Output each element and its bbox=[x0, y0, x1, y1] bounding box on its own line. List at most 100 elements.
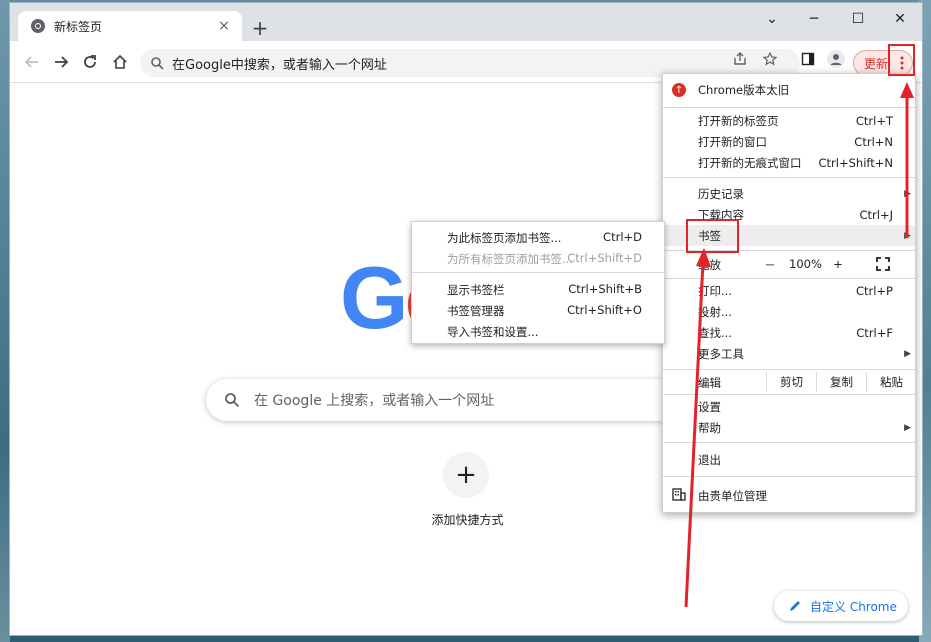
bookmarks-submenu: 为此标签页添加书签... Ctrl+D 为所有标签页添加书签... Ctrl+S… bbox=[411, 221, 665, 344]
menu-item-help[interactable]: 帮助 ▶ bbox=[663, 417, 915, 438]
add-shortcut-button[interactable]: + bbox=[443, 452, 489, 498]
customize-chrome-label: 自定义 Chrome bbox=[810, 599, 897, 614]
tab-strip: 新标签页 × + ⌄ ─ ☐ ✕ bbox=[10, 3, 922, 41]
menu-divider bbox=[663, 278, 915, 279]
submenu-item-show-bookmarks-bar[interactable]: 显示书签栏 Ctrl+Shift+B bbox=[412, 278, 664, 299]
menu-edit-row: 编辑 剪切 复制 粘贴 bbox=[663, 372, 915, 392]
zoom-label: 缩放 bbox=[698, 258, 721, 272]
pencil-icon bbox=[790, 601, 800, 611]
home-icon[interactable] bbox=[108, 50, 132, 74]
menu-item-cast[interactable]: 投射... bbox=[663, 301, 915, 322]
submenu-arrow-icon: ▶ bbox=[904, 230, 911, 241]
menu-item-new-incognito-window[interactable]: 打开新的无痕式窗口 Ctrl+Shift+N bbox=[663, 152, 915, 173]
desktop-edge-left bbox=[0, 0, 10, 642]
menu-divider bbox=[663, 177, 915, 178]
menu-item-shortcut: Ctrl+T bbox=[855, 113, 893, 128]
update-button-label: 更新 bbox=[864, 56, 889, 71]
minimize-button[interactable]: ─ bbox=[792, 3, 836, 35]
menu-item-label: 退出 bbox=[698, 452, 721, 467]
update-arrow-icon: ↑ bbox=[672, 83, 686, 97]
menu-item-label: 帮助 bbox=[698, 420, 721, 435]
menu-item-label: 打开新的窗口 bbox=[698, 134, 767, 149]
menu-item-label: 由贵单位管理 bbox=[698, 489, 767, 503]
menu-divider bbox=[663, 476, 915, 477]
menu-item-shortcut: Ctrl+F bbox=[856, 325, 893, 340]
new-tab-button[interactable]: + bbox=[248, 16, 272, 40]
zoom-value: 100% bbox=[789, 257, 822, 271]
close-window-button[interactable]: ✕ bbox=[878, 3, 922, 35]
add-shortcut-label: 添加快捷方式 bbox=[431, 513, 504, 527]
tab-close-icon[interactable]: × bbox=[214, 16, 234, 36]
chrome-main-menu: ↑ Chrome版本太旧 打开新的标签页 Ctrl+T 打开新的窗口 Ctrl+… bbox=[662, 73, 916, 513]
submenu-arrow-icon: ▶ bbox=[904, 422, 911, 433]
menu-item-label: 设置 bbox=[698, 399, 721, 414]
side-panel-icon[interactable] bbox=[796, 47, 820, 71]
chrome-icon bbox=[31, 19, 45, 33]
menu-item-label: 打开新的标签页 bbox=[698, 113, 779, 128]
tab-new-tab[interactable]: 新标签页 × bbox=[18, 11, 242, 41]
submenu-item-bookmark-manager[interactable]: 书签管理器 Ctrl+Shift+O bbox=[412, 299, 664, 320]
menu-item-shortcut: Ctrl+P bbox=[855, 283, 893, 298]
search-icon bbox=[151, 57, 164, 70]
submenu-item-shortcut: Ctrl+Shift+D bbox=[567, 251, 642, 265]
maximize-button[interactable]: ☐ bbox=[836, 3, 880, 35]
customize-chrome-button[interactable]: 自定义 Chrome bbox=[774, 591, 908, 621]
menu-item-shortcut: Ctrl+N bbox=[854, 134, 893, 149]
zoom-in-button[interactable]: + bbox=[829, 257, 847, 271]
menu-item-more-tools[interactable]: 更多工具 ▶ bbox=[663, 343, 915, 364]
menu-item-label: Chrome版本太旧 bbox=[698, 83, 790, 97]
menu-zoom-row: 缩放 － 100% + bbox=[663, 254, 915, 275]
fullscreen-icon[interactable] bbox=[875, 256, 891, 272]
zoom-out-button[interactable]: － bbox=[761, 257, 779, 273]
search-input[interactable]: 在 Google 上搜索，或者输入一个网址 bbox=[206, 379, 726, 421]
submenu-item-shortcut: Ctrl+Shift+B bbox=[568, 282, 642, 296]
submenu-divider bbox=[412, 272, 664, 273]
forward-icon[interactable] bbox=[49, 50, 73, 74]
menu-item-new-tab[interactable]: 打开新的标签页 Ctrl+T bbox=[663, 110, 915, 131]
back-icon[interactable] bbox=[20, 50, 44, 74]
menu-item-update[interactable]: ↑ Chrome版本太旧 bbox=[663, 76, 915, 104]
edit-label: 编辑 bbox=[698, 376, 721, 390]
submenu-arrow-icon: ▶ bbox=[904, 188, 911, 199]
search-icon bbox=[225, 393, 240, 408]
building-icon bbox=[672, 488, 686, 501]
submenu-item-bookmark-all-tabs[interactable]: 为所有标签页添加书签... Ctrl+Shift+D bbox=[412, 247, 664, 268]
submenu-item-label: 为所有标签页添加书签... bbox=[447, 252, 573, 266]
address-bar-text: 在Google中搜索，或者输入一个网址 bbox=[172, 57, 387, 73]
menu-item-label: 打开新的无痕式窗口 bbox=[698, 155, 802, 170]
menu-divider bbox=[663, 442, 915, 443]
menu-item-print[interactable]: 打印... Ctrl+P bbox=[663, 280, 915, 301]
profile-avatar-icon[interactable] bbox=[824, 47, 848, 71]
menu-item-settings[interactable]: 设置 bbox=[663, 396, 915, 417]
copy-button[interactable]: 复制 bbox=[816, 372, 866, 392]
search-placeholder: 在 Google 上搜索，或者输入一个网址 bbox=[254, 393, 495, 409]
submenu-item-label: 书签管理器 bbox=[447, 304, 505, 318]
submenu-item-shortcut: Ctrl+D bbox=[603, 230, 642, 244]
submenu-arrow-icon: ▶ bbox=[904, 348, 911, 359]
tab-title: 新标签页 bbox=[54, 19, 103, 34]
submenu-item-label: 导入书签和设置... bbox=[447, 325, 539, 339]
bookmark-star-icon[interactable] bbox=[758, 47, 782, 71]
menu-item-label: 历史记录 bbox=[698, 186, 744, 201]
reload-icon[interactable] bbox=[78, 50, 102, 74]
menu-item-label: 查找... bbox=[698, 325, 732, 340]
menu-item-label: 更多工具 bbox=[698, 346, 744, 361]
menu-item-exit[interactable]: 退出 bbox=[663, 449, 915, 470]
menu-item-new-window[interactable]: 打开新的窗口 Ctrl+N bbox=[663, 131, 915, 152]
cut-button[interactable]: 剪切 bbox=[766, 372, 816, 392]
menu-item-label: 打印... bbox=[698, 283, 732, 298]
annotation-box-menu-button bbox=[888, 44, 915, 76]
share-icon[interactable] bbox=[728, 47, 752, 71]
menu-divider bbox=[663, 394, 915, 395]
annotation-box-bookmarks bbox=[686, 219, 739, 253]
menu-item-find[interactable]: 查找... Ctrl+F bbox=[663, 322, 915, 343]
tab-search-icon[interactable]: ⌄ bbox=[750, 3, 794, 35]
menu-item-history[interactable]: 历史记录 ▶ bbox=[663, 183, 915, 204]
submenu-item-shortcut: Ctrl+Shift+O bbox=[567, 303, 642, 317]
menu-item-shortcut: Ctrl+Shift+N bbox=[818, 155, 893, 170]
menu-divider bbox=[663, 107, 915, 108]
submenu-item-bookmark-this-tab[interactable]: 为此标签页添加书签... Ctrl+D bbox=[412, 226, 664, 247]
paste-button[interactable]: 粘贴 bbox=[866, 372, 916, 392]
menu-item-managed[interactable]: 由贵单位管理 bbox=[663, 484, 915, 506]
submenu-item-import-bookmarks[interactable]: 导入书签和设置... bbox=[412, 320, 664, 341]
